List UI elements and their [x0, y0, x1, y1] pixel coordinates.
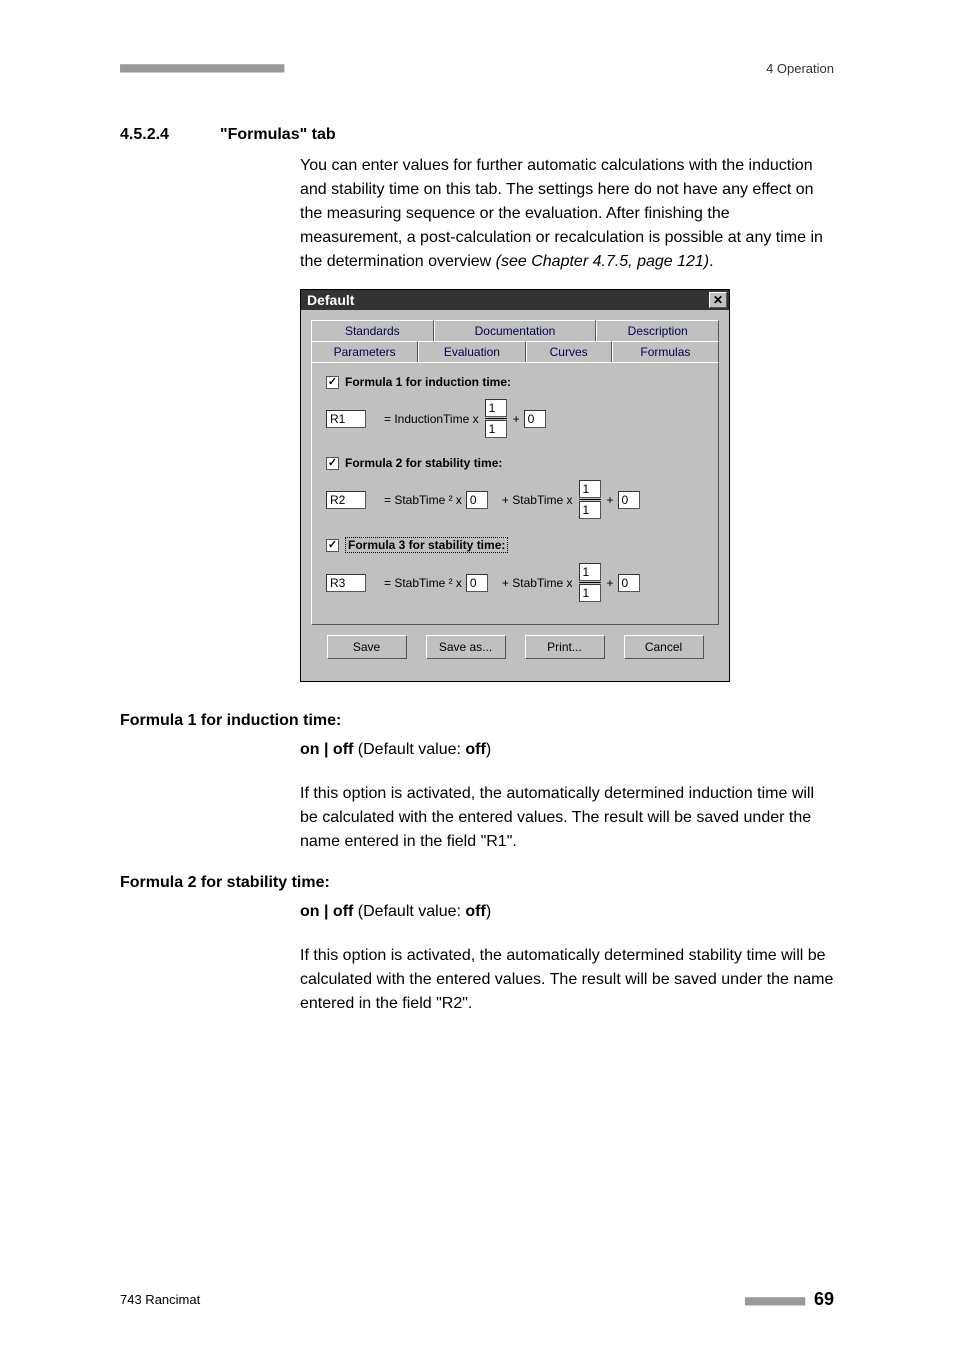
def2-opts: on | off	[300, 903, 353, 920]
tab-formulas[interactable]: Formulas	[612, 341, 719, 362]
page-header: ■■■■■■■■■■■■■■■■■■■■■■ 4 Operation	[120, 60, 834, 76]
tab-documentation[interactable]: Documentation	[434, 320, 597, 341]
intro-paragraph: You can enter values for further automat…	[300, 154, 834, 274]
formula3-block: ✓ Formula 3 for stability time: = StabTi…	[326, 537, 704, 602]
section-title: "Formulas" tab	[220, 126, 336, 144]
formula2-block: ✓ Formula 2 for stability time: = StabTi…	[326, 456, 704, 519]
save-button[interactable]: Save	[327, 635, 407, 659]
def1-options: on | off (Default value: off)	[300, 738, 834, 762]
formula3-mid: + StabTime x	[502, 576, 573, 590]
tab-curves[interactable]: Curves	[526, 341, 612, 362]
formula2-numerator[interactable]	[579, 480, 601, 498]
formula2-mid: + StabTime x	[502, 493, 573, 507]
formula3-numerator[interactable]	[579, 563, 601, 581]
formula1-expr-prefix: = InductionTime x	[384, 412, 479, 426]
close-icon[interactable]: ✕	[709, 292, 727, 308]
section-heading: 4.5.2.4 "Formulas" tab	[120, 126, 834, 144]
formula3-fraction	[579, 563, 601, 602]
def1-opts: on | off	[300, 741, 353, 758]
intro-ref: (see Chapter 4.7.5, page 121)	[496, 253, 709, 270]
section-number: 4.5.2.4	[120, 126, 220, 144]
formula3-name-input[interactable]	[326, 574, 366, 592]
formula1-fraction	[485, 399, 507, 438]
formula2-fraction	[579, 480, 601, 519]
formula2-expr-prefix: = StabTime ² x	[384, 493, 462, 507]
formula3-checkbox[interactable]: ✓	[326, 539, 339, 552]
formula1-denominator[interactable]	[485, 420, 507, 438]
formula1-block: ✓ Formula 1 for induction time: = Induct…	[326, 375, 704, 438]
dialog-button-row: Save Save as... Print... Cancel	[311, 625, 719, 671]
formula2-denominator[interactable]	[579, 501, 601, 519]
cancel-button[interactable]: Cancel	[624, 635, 704, 659]
formula3-offset[interactable]	[618, 574, 640, 592]
dialog-titlebar[interactable]: Default ✕	[301, 290, 729, 310]
formula2-checkbox[interactable]: ✓	[326, 457, 339, 470]
formula3-coef[interactable]	[466, 574, 488, 592]
def1-heading: Formula 1 for induction time:	[120, 712, 834, 730]
tab-evaluation[interactable]: Evaluation	[418, 341, 525, 362]
def1-opts-mid: (Default value:	[353, 741, 465, 758]
formula1-numerator[interactable]	[485, 399, 507, 417]
header-ornament-left: ■■■■■■■■■■■■■■■■■■■■■■	[120, 60, 283, 76]
def2-heading: Formula 2 for stability time:	[120, 874, 834, 892]
def2-options: on | off (Default value: off)	[300, 900, 834, 924]
tab-description[interactable]: Description	[596, 320, 719, 341]
formula2-plus: +	[607, 493, 614, 507]
formula1-offset[interactable]	[524, 410, 546, 428]
formula1-label: Formula 1 for induction time:	[345, 375, 511, 389]
def1-opts-default: off	[465, 741, 485, 758]
formula1-plus: +	[513, 412, 520, 426]
formula2-offset[interactable]	[618, 491, 640, 509]
save-as-button[interactable]: Save as...	[426, 635, 506, 659]
page-number: 69	[814, 1289, 834, 1309]
intro-period: .	[709, 253, 713, 270]
footer-ornament: ■■■■■■■■	[745, 1293, 804, 1309]
formula3-label: Formula 3 for stability time:	[345, 537, 508, 553]
formula3-expr-prefix: = StabTime ² x	[384, 576, 462, 590]
print-button[interactable]: Print...	[525, 635, 605, 659]
footer-product: 743 Rancimat	[120, 1292, 200, 1307]
def1-opts-after: )	[486, 741, 491, 758]
formula1-name-input[interactable]	[326, 410, 366, 428]
page-footer: 743 Rancimat ■■■■■■■■ 69	[120, 1289, 834, 1310]
formula3-plus: +	[607, 576, 614, 590]
def2-body: If this option is activated, the automat…	[300, 944, 834, 1016]
def2-opts-after: )	[486, 903, 491, 920]
dialog-title: Default	[307, 292, 354, 308]
tab-parameters[interactable]: Parameters	[311, 341, 418, 362]
formula2-label: Formula 2 for stability time:	[345, 456, 502, 470]
tab-panel: ✓ Formula 1 for induction time: = Induct…	[311, 362, 719, 625]
def2-opts-default: off	[465, 903, 485, 920]
header-chapter: 4 Operation	[766, 61, 834, 76]
formulas-dialog: Default ✕ Standards Documentation Descri…	[300, 289, 730, 682]
formula1-checkbox[interactable]: ✓	[326, 376, 339, 389]
def2-opts-mid: (Default value:	[353, 903, 465, 920]
formula2-name-input[interactable]	[326, 491, 366, 509]
formula2-coef[interactable]	[466, 491, 488, 509]
formula3-denominator[interactable]	[579, 584, 601, 602]
def1-body: If this option is activated, the automat…	[300, 782, 834, 854]
tab-standards[interactable]: Standards	[311, 320, 434, 341]
